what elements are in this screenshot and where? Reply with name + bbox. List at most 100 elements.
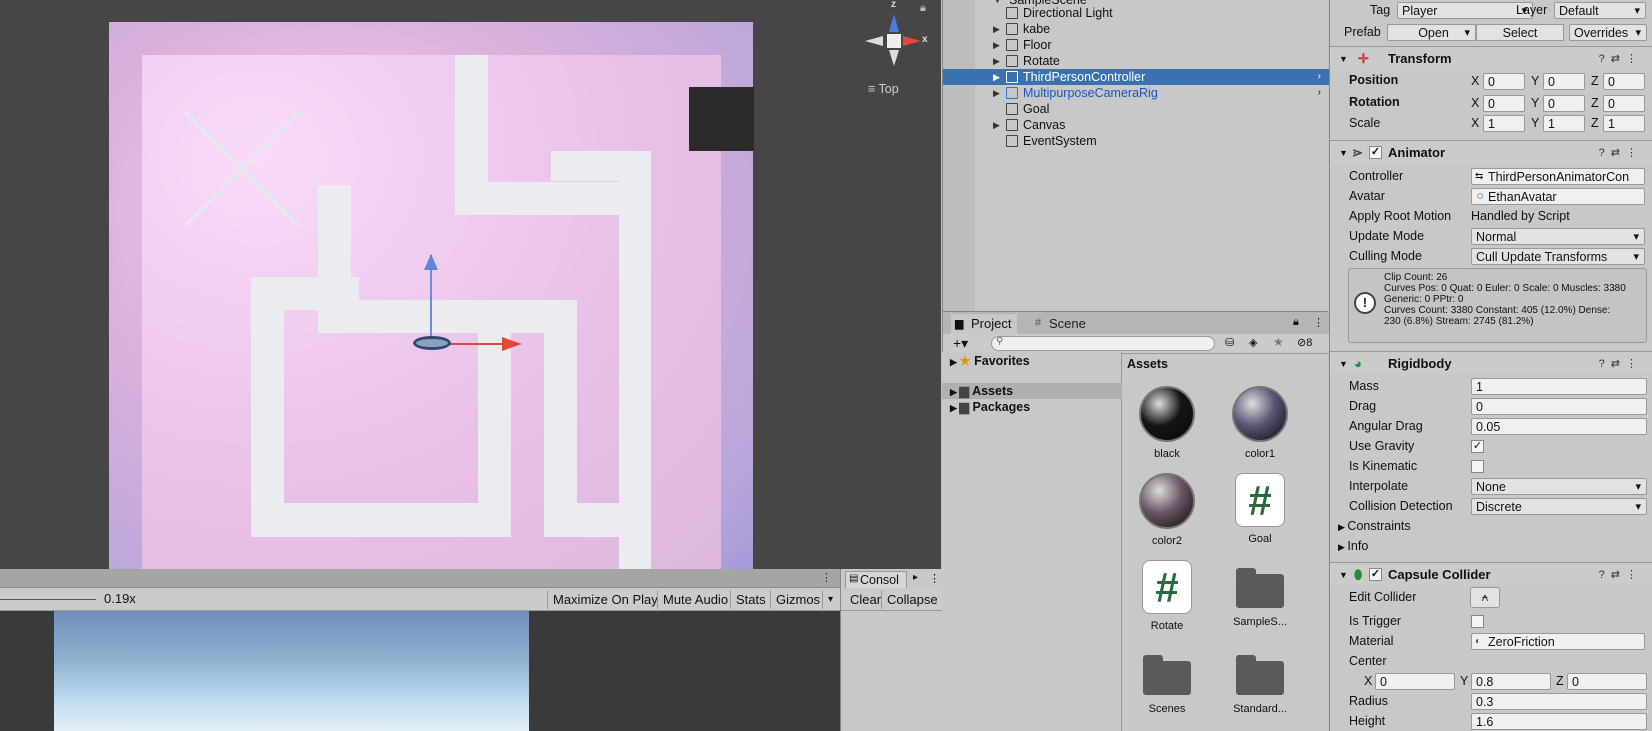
expand-arrow-icon[interactable]: ▶ <box>1338 522 1347 532</box>
expand-arrow-icon[interactable]: ▶ <box>993 69 1000 85</box>
interpolate-dropdown[interactable]: None <box>1471 478 1647 495</box>
scale-y-field[interactable]: 1 <box>1543 115 1585 132</box>
expand-arrow-icon[interactable]: ▶ <box>993 53 1000 69</box>
expand-arrow-icon[interactable]: ▶ <box>950 357 959 367</box>
x-arrow-icon[interactable] <box>502 337 522 351</box>
view-mode-label[interactable]: ≡ Top <box>868 82 899 96</box>
angular-drag-field[interactable]: 0.05 <box>1471 418 1647 435</box>
prefab-select-button[interactable]: Select <box>1476 24 1564 41</box>
update-mode-dropdown[interactable]: Normal <box>1471 228 1645 245</box>
expand-arrow-icon[interactable]: ▶ <box>993 117 1000 133</box>
console-menu-icon[interactable]: ⋮ <box>929 572 940 585</box>
transform-header[interactable]: ▼ ✛ Transform ?⇄⋮ <box>1330 46 1652 70</box>
scale-slider[interactable] <box>0 599 96 600</box>
lock-icon[interactable]: 🔒︎ <box>1293 316 1299 329</box>
favorite-star-icon[interactable]: ★ <box>1273 335 1284 349</box>
gizmo-center-cube[interactable] <box>887 34 901 48</box>
favorites-row[interactable]: ▶ ★ Favorites <box>950 353 1030 368</box>
gizmos-button[interactable]: Gizmos <box>770 590 825 609</box>
stats-button[interactable]: Stats <box>730 590 771 609</box>
collapse-arrow-icon[interactable]: ▼ <box>1339 47 1348 71</box>
hidden-packages-icon[interactable]: ⊘8 <box>1297 336 1312 349</box>
create-plus-icon[interactable]: +▾ <box>953 335 968 352</box>
asset-item[interactable]: color1 <box>1220 386 1300 460</box>
prefab-open-button[interactable]: Open <box>1387 24 1476 41</box>
asset-item[interactable]: black <box>1127 386 1207 460</box>
collision-detection-dropdown[interactable]: Discrete <box>1471 498 1647 515</box>
expand-arrow-icon[interactable]: ▶ <box>993 85 1000 101</box>
tab-menu-icon[interactable]: ⋮ <box>821 571 832 584</box>
radius-field[interactable]: 0.3 <box>1471 693 1647 710</box>
expand-arrow-icon[interactable]: ▶ <box>950 403 959 413</box>
edit-collider-button[interactable]: ⍲ <box>1470 587 1500 608</box>
packages-row[interactable]: ▶ ▆ Packages <box>950 399 1030 414</box>
hierarchy-item[interactable]: EventSystem <box>943 133 1329 149</box>
mute-audio-button[interactable]: Mute Audio <box>657 590 733 609</box>
height-field[interactable]: 1.6 <box>1471 713 1647 730</box>
player-character[interactable] <box>413 336 451 350</box>
use-gravity-checkbox[interactable]: ✓ <box>1471 440 1484 453</box>
capsule-collider-header[interactable]: ▼ ⬮ ✓ Capsule Collider ?⇄⋮ <box>1330 562 1652 586</box>
drag-field[interactable]: 0 <box>1471 398 1647 415</box>
asset-item[interactable]: # Rotate <box>1127 560 1207 632</box>
layer-dropdown[interactable]: Default <box>1554 2 1646 19</box>
prefab-overrides-dropdown[interactable]: Overrides <box>1569 24 1647 41</box>
position-x-field[interactable]: 0 <box>1483 73 1525 90</box>
collapse-arrow-icon[interactable]: ▼ <box>1339 141 1348 165</box>
gizmos-dropdown-icon[interactable]: ▾ <box>822 590 838 609</box>
controller-field[interactable]: ⇆ ThirdPersonAnimatorCon <box>1471 168 1645 185</box>
assets-row[interactable]: ▶ ▆ Assets <box>950 383 1013 398</box>
scale-z-field[interactable]: 1 <box>1603 115 1645 132</box>
rotation-x-field[interactable]: 0 <box>1483 95 1525 112</box>
position-y-field[interactable]: 0 <box>1543 73 1585 90</box>
expand-arrow-icon[interactable]: ▶ <box>950 387 959 397</box>
material-field[interactable]: ◐ ZeroFriction <box>1471 633 1645 650</box>
component-controls[interactable]: ?⇄⋮ <box>1599 47 1643 71</box>
maximize-on-play-button[interactable]: Maximize On Play <box>547 590 663 609</box>
neg-z-cone[interactable] <box>889 50 899 66</box>
rigidbody-header[interactable]: ▼ ◕ Rigidbody ?⇄⋮ <box>1330 351 1652 375</box>
hierarchy-item[interactable]: ▶ kabe <box>943 21 1329 37</box>
component-controls[interactable]: ?⇄⋮ <box>1599 141 1643 165</box>
constraints-row[interactable]: ▶ Constraints <box>1338 517 1411 536</box>
expand-arrow-icon[interactable]: ▶ <box>993 37 1000 53</box>
hierarchy-item[interactable]: ▶ Rotate <box>943 53 1329 69</box>
center-z-field[interactable]: 0 <box>1567 673 1647 690</box>
y-arrow-icon[interactable] <box>424 254 438 270</box>
hierarchy-item[interactable]: ▶ Canvas <box>943 117 1329 133</box>
center-y-field[interactable]: 0.8 <box>1471 673 1551 690</box>
filter-type-icon[interactable]: ⛁ <box>1225 336 1234 349</box>
hierarchy-item[interactable]: Goal <box>943 101 1329 117</box>
scene-view[interactable]: z x ≡ Top 🔒︎ <box>0 0 941 569</box>
collapse-button[interactable]: Collapse <box>881 590 943 609</box>
z-axis-cone[interactable] <box>889 14 899 32</box>
component-controls[interactable]: ?⇄⋮ <box>1599 352 1643 376</box>
asset-item[interactable]: # Goal <box>1220 473 1300 545</box>
mass-field[interactable]: 1 <box>1471 378 1647 395</box>
animator-enabled-checkbox[interactable]: ✓ <box>1369 146 1382 159</box>
orientation-gizmo[interactable]: z x <box>865 0 928 68</box>
hierarchy-item[interactable]: Directional Light <box>943 5 1329 21</box>
open-prefab-icon[interactable]: › <box>1318 69 1321 85</box>
open-prefab-icon[interactable]: › <box>1318 85 1321 101</box>
asset-item[interactable]: color2 <box>1127 473 1207 547</box>
rotation-y-field[interactable]: 0 <box>1543 95 1585 112</box>
component-controls[interactable]: ?⇄⋮ <box>1599 563 1643 587</box>
info-row[interactable]: ▶ Info <box>1338 537 1368 556</box>
asset-item[interactable]: Scenes <box>1127 647 1207 715</box>
position-z-field[interactable]: 0 <box>1603 73 1645 90</box>
tab-scroll-icon[interactable]: ▸ <box>913 572 918 583</box>
clear-button[interactable]: Clear <box>845 590 886 609</box>
animator-header[interactable]: ▼ ⋗ ✓ Animator ?⇄⋮ <box>1330 140 1652 164</box>
scale-x-field[interactable]: 1 <box>1483 115 1525 132</box>
expand-arrow-icon[interactable]: ▶ <box>1338 542 1347 552</box>
x-axis-cone[interactable] <box>903 36 921 46</box>
neg-x-cone[interactable] <box>865 36 883 46</box>
search-input[interactable]: ⚲ <box>991 336 1215 351</box>
hierarchy-item[interactable]: ▶ Floor <box>943 37 1329 53</box>
rotation-z-field[interactable]: 0 <box>1603 95 1645 112</box>
tag-dropdown[interactable]: Player <box>1397 2 1533 19</box>
avatar-field[interactable]: ☺ EthanAvatar <box>1471 188 1645 205</box>
culling-mode-dropdown[interactable]: Cull Update Transforms <box>1471 248 1645 265</box>
hierarchy-item[interactable]: ▶ MultipurposeCameraRig › <box>943 85 1329 101</box>
